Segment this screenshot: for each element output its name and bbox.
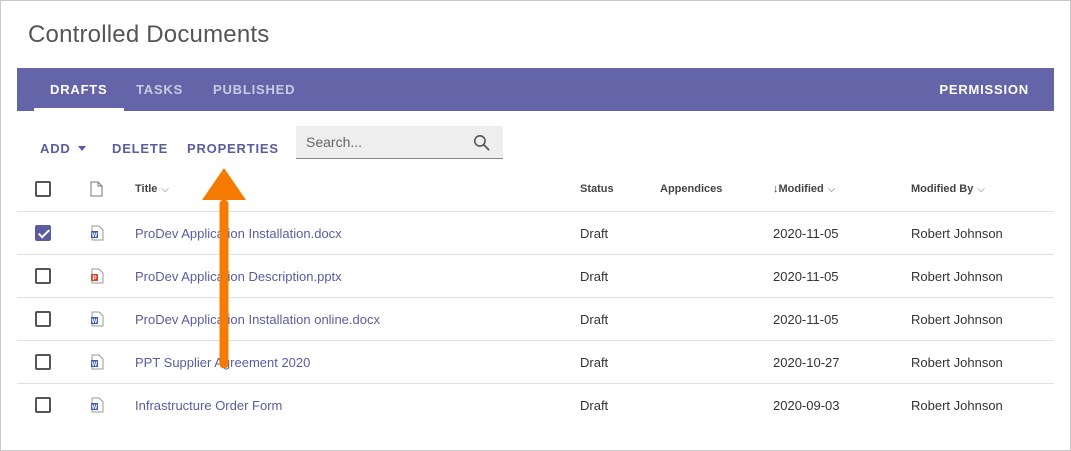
column-header-modified-label: Modified (778, 183, 824, 195)
row-checkbox[interactable] (35, 225, 51, 241)
file-type-icon (90, 181, 103, 197)
status-cell: Draft (580, 226, 609, 241)
modified-by-cell: Robert Johnson (911, 269, 1003, 284)
search-icon[interactable] (472, 133, 491, 152)
table-header: Title ⌵ Status Appendices ↓Modified ⌵ Modi… (17, 167, 1054, 212)
document-title-link[interactable]: ProDev Application Installation.docx (135, 226, 342, 241)
document-title-link[interactable]: Infrastructure Order Form (135, 398, 282, 413)
column-header-title-label: Title (135, 183, 158, 195)
chevron-down-icon: ⌵ (827, 184, 836, 195)
table-row[interactable]: P ProDev Application Description.pptx Dr… (17, 255, 1054, 298)
search-box (296, 126, 503, 159)
caret-down-icon (77, 146, 86, 151)
svg-text:W: W (92, 405, 98, 411)
column-header-modified-by-label: Modified By (911, 183, 974, 195)
modified-by-cell: Robert Johnson (911, 226, 1003, 241)
table-body: W ProDev Application Installation.docx D… (17, 212, 1054, 427)
word-document-icon: W (91, 354, 104, 370)
table-row[interactable]: W Infrastructure Order Form Draft 2020-0… (17, 384, 1054, 427)
status-cell: Draft (580, 398, 609, 413)
add-button-label: ADD (40, 141, 71, 156)
word-document-icon: W (91, 397, 104, 413)
tab-bar: DRAFTS TASKS PUBLISHED PERMISSION (17, 68, 1054, 111)
modified-cell: 2020-11-05 (773, 226, 839, 241)
row-checkbox[interactable] (35, 354, 51, 370)
tab-published[interactable]: PUBLISHED (213, 68, 295, 111)
word-document-icon: W (91, 225, 104, 241)
properties-button[interactable]: PROPERTIES (187, 141, 279, 156)
svg-text:W: W (92, 362, 98, 368)
column-header-appendices[interactable]: Appendices (660, 183, 722, 195)
page-title: Controlled Documents (28, 21, 270, 48)
status-cell: Draft (580, 269, 609, 284)
search-input[interactable] (306, 126, 466, 158)
word-document-icon: W (91, 311, 104, 327)
add-button[interactable]: ADD (40, 141, 86, 156)
modified-cell: 2020-11-05 (773, 269, 839, 284)
modified-cell: 2020-11-05 (773, 312, 839, 327)
tab-tasks[interactable]: TASKS (136, 68, 183, 111)
svg-text:W: W (92, 233, 98, 239)
column-header-modified[interactable]: ↓Modified ⌵ (773, 183, 835, 195)
column-header-status[interactable]: Status (580, 183, 614, 195)
delete-button[interactable]: DELETE (112, 141, 168, 156)
column-header-title[interactable]: Title ⌵ (135, 183, 169, 195)
svg-text:P: P (92, 276, 96, 282)
row-checkbox[interactable] (35, 268, 51, 284)
status-cell: Draft (580, 355, 609, 370)
document-title-link[interactable]: ProDev Application Description.pptx (135, 269, 342, 284)
modified-cell: 2020-10-27 (773, 355, 840, 370)
tab-drafts[interactable]: DRAFTS (34, 68, 123, 111)
row-checkbox[interactable] (35, 311, 51, 327)
table-row[interactable]: W ProDev Application Installation online… (17, 298, 1054, 341)
column-header-modified-by[interactable]: Modified By ⌵ (911, 183, 985, 195)
app-window: Controlled Documents DRAFTS TASKS PUBLIS… (0, 0, 1071, 451)
chevron-down-icon: ⌵ (161, 184, 170, 195)
svg-text:W: W (92, 319, 98, 325)
document-title-link[interactable]: PPT Supplier Agreement 2020 (135, 355, 310, 370)
row-checkbox[interactable] (35, 397, 51, 413)
status-cell: Draft (580, 312, 609, 327)
select-all-checkbox[interactable] (35, 181, 51, 197)
modified-by-cell: Robert Johnson (911, 398, 1003, 413)
table-row[interactable]: W ProDev Application Installation.docx D… (17, 212, 1054, 255)
modified-by-cell: Robert Johnson (911, 355, 1003, 370)
powerpoint-document-icon: P (91, 268, 104, 284)
modified-by-cell: Robert Johnson (911, 312, 1003, 327)
table-row[interactable]: W PPT Supplier Agreement 2020 Draft 2020… (17, 341, 1054, 384)
permission-button[interactable]: PERMISSION (939, 68, 1029, 111)
documents-table: Title ⌵ Status Appendices ↓Modified ⌵ Modi… (17, 167, 1054, 427)
chevron-down-icon: ⌵ (977, 184, 985, 195)
document-title-link[interactable]: ProDev Application Installation online.d… (135, 312, 380, 327)
modified-cell: 2020-09-03 (773, 398, 840, 413)
